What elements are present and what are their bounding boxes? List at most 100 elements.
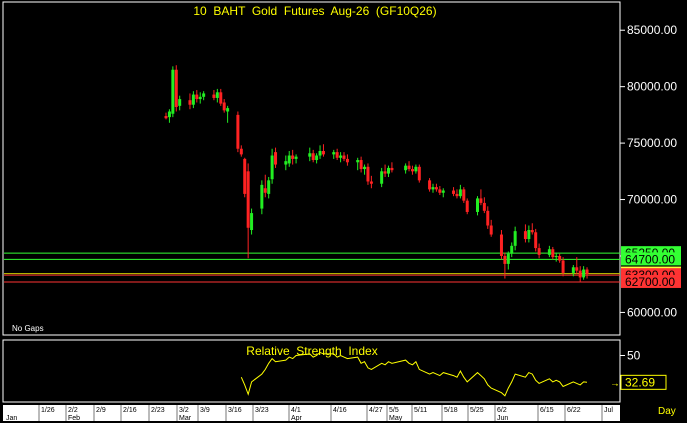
candle-body: [527, 230, 531, 240]
candle-body: [198, 96, 202, 100]
candle-body: [215, 92, 219, 98]
date-label: 2/16: [123, 407, 137, 414]
candle-body: [503, 255, 507, 264]
candle-body: [547, 249, 551, 255]
candle-body: [188, 100, 192, 105]
candle-body: [195, 94, 199, 100]
candle-body: [212, 94, 216, 98]
candle-body: [222, 102, 226, 111]
chart-title: 10 BAHT Gold Futures Aug-26 (GF10Q26): [193, 4, 436, 18]
date-label: 4/1: [291, 407, 301, 414]
date-label: 5/25: [470, 407, 484, 414]
candle-body: [554, 255, 558, 258]
date-label: Jul: [604, 407, 613, 414]
month-label: May: [389, 415, 403, 422]
candle-body: [294, 156, 298, 159]
candle-body: [458, 189, 462, 197]
candle-body: [561, 260, 565, 273]
candle-body: [558, 255, 562, 261]
candle-body: [551, 249, 555, 258]
candle-body: [246, 171, 250, 228]
date-label: 3/2: [179, 407, 189, 414]
candle-body: [284, 161, 288, 165]
candle-body: [585, 269, 589, 275]
candle-body: [287, 155, 291, 164]
candle: [462, 187, 466, 203]
level-label-text: 62700.00: [625, 275, 675, 289]
candle-body: [499, 234, 503, 256]
date-label: 6/2: [497, 407, 507, 414]
candle-body: [342, 155, 346, 159]
candle-body: [239, 148, 243, 155]
candle-body: [308, 153, 312, 157]
date-label: 2/2: [68, 407, 78, 414]
candle-body: [164, 116, 168, 119]
candle-body: [250, 213, 254, 231]
candle-body: [537, 248, 541, 255]
candle-body: [582, 269, 586, 278]
candle-body: [407, 165, 411, 170]
candle-body: [428, 180, 432, 190]
candle-body: [369, 181, 373, 184]
candle-body: [575, 267, 579, 271]
candle-body: [363, 166, 367, 170]
candle-body: [383, 171, 387, 174]
rsi-tick-label: 50: [627, 349, 641, 363]
candle-body: [479, 198, 483, 203]
candle-body: [417, 166, 421, 181]
candle-body: [345, 158, 349, 163]
candle-body: [315, 155, 319, 161]
candle-body: [260, 184, 264, 209]
candle-body: [171, 69, 175, 114]
candle-body: [219, 92, 223, 104]
candle-body: [462, 189, 466, 201]
candle-body: [486, 210, 490, 226]
candle-body: [174, 69, 178, 107]
candle-body: [506, 253, 510, 264]
price-tick-label: 85000.00: [627, 23, 677, 37]
month-label: Mar: [179, 415, 192, 422]
candle: [417, 164, 421, 183]
date-label: 6/15: [540, 407, 554, 414]
date-label: 3/9: [200, 407, 210, 414]
month-label: Feb: [68, 415, 80, 422]
date-label: 3/16: [228, 407, 242, 414]
candle-body: [390, 167, 394, 171]
candle-body: [578, 270, 582, 278]
price-tick-label: 75000.00: [627, 136, 677, 150]
date-label: 5/5: [389, 407, 399, 414]
candle-body: [291, 155, 295, 159]
date-label: 6/22: [567, 407, 581, 414]
day-interval-label: Day: [658, 406, 676, 417]
candle-body: [318, 151, 322, 156]
candle: [243, 157, 247, 198]
chart-window: 10 BAHT Gold Futures Aug-26 (GF10Q26) No…: [0, 0, 687, 423]
price-tick-label: 80000.00: [627, 80, 677, 94]
candle-body: [414, 166, 418, 172]
month-label: Apr: [291, 415, 303, 422]
date-label: 2/9: [96, 407, 106, 414]
rsi-last-arrow: →: [610, 378, 620, 389]
candle-body: [431, 187, 435, 190]
date-label: 4/27: [369, 407, 383, 414]
chart-background: [0, 0, 687, 423]
candle-body: [434, 187, 438, 190]
candle-body: [226, 108, 230, 112]
candle-body: [356, 160, 360, 163]
candle-body: [571, 267, 575, 273]
candle-body: [404, 165, 408, 171]
candle-body: [513, 231, 517, 246]
candle: [171, 66, 175, 118]
date-label: 1/26: [41, 407, 55, 414]
candle-body: [452, 190, 456, 194]
candle-body: [263, 188, 267, 193]
candle-body: [243, 158, 247, 194]
no-gaps-label: No Gaps: [12, 324, 44, 333]
candle-body: [191, 94, 195, 105]
candle-body: [359, 160, 363, 170]
candle-body: [523, 231, 527, 240]
date-label: 4/16: [333, 407, 347, 414]
candle-body: [270, 155, 274, 180]
candle-body: [167, 111, 171, 118]
candle-body: [510, 245, 514, 254]
